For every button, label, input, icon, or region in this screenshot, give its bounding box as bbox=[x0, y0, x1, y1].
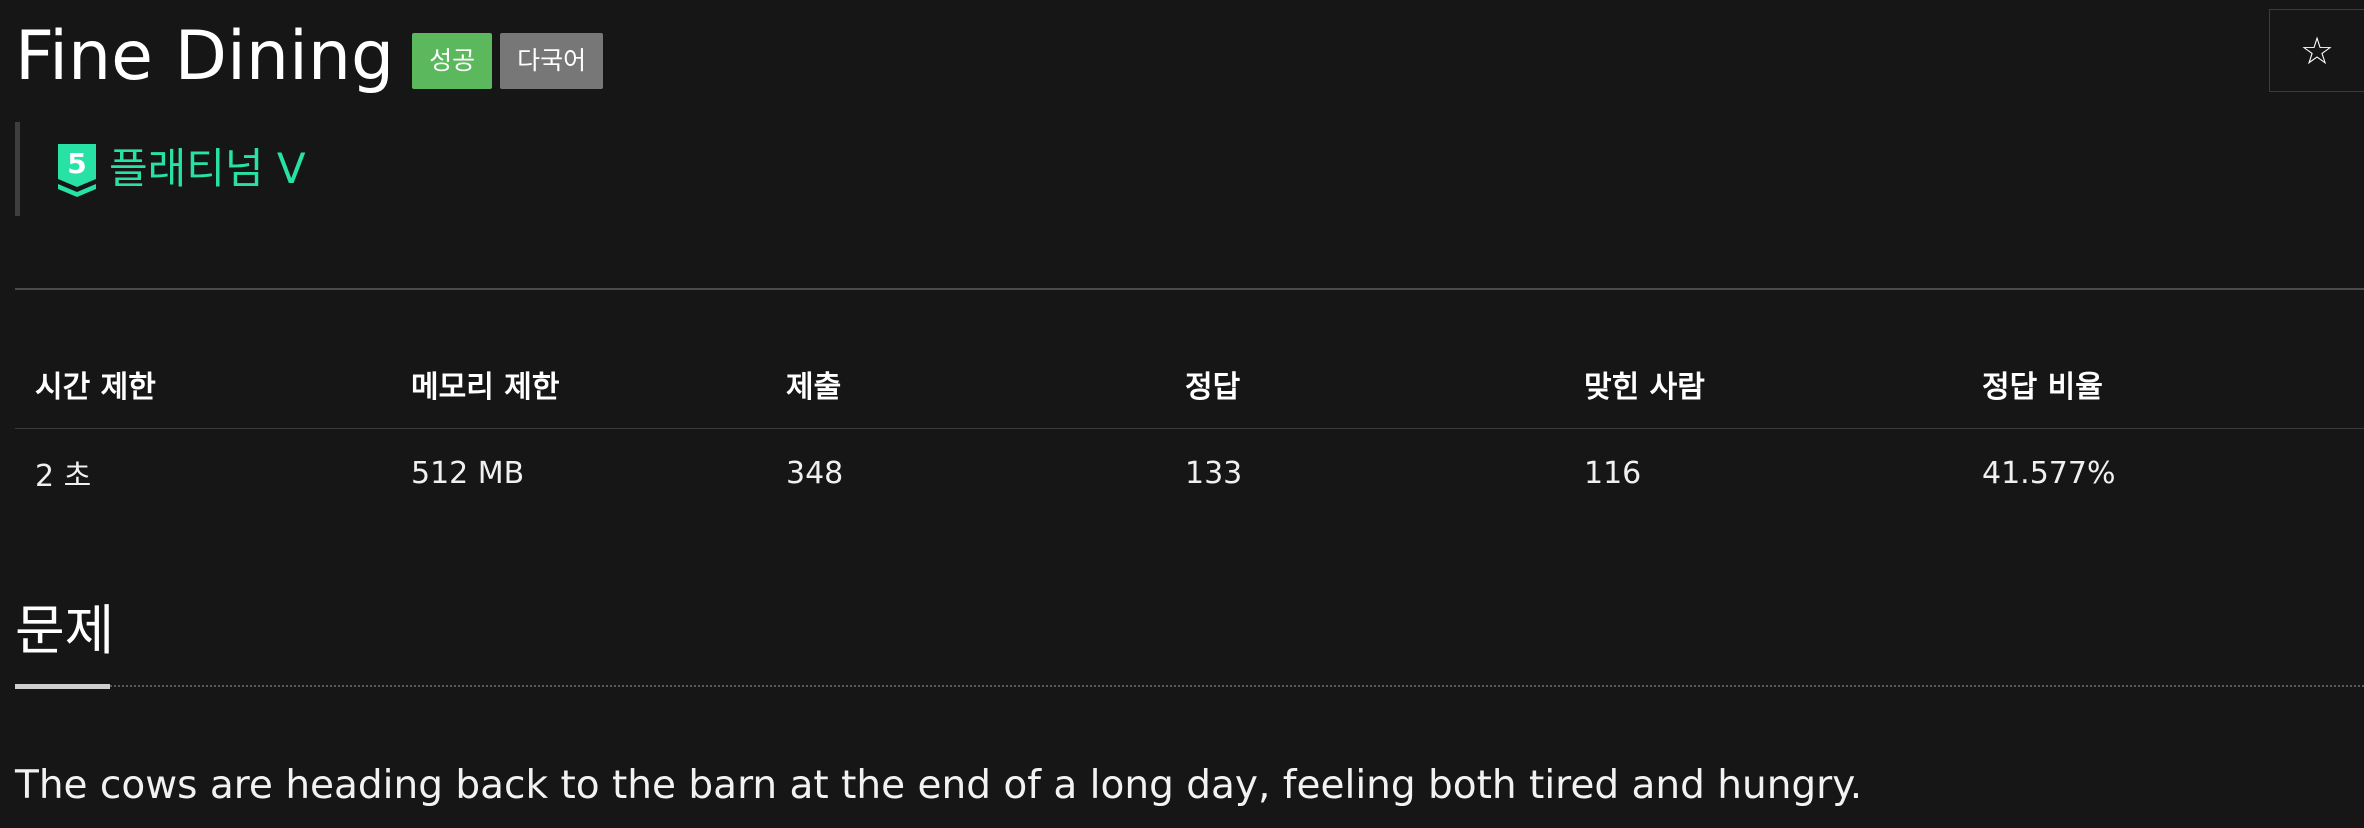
submissions-value[interactable]: 348 bbox=[766, 456, 1165, 491]
memory-limit-header: 메모리 제한 bbox=[411, 370, 560, 405]
section-title-underline bbox=[15, 684, 110, 689]
submissions-header: 제출 bbox=[786, 370, 842, 405]
time-limit-header: 시간 제한 bbox=[35, 370, 156, 405]
memory-limit-value: 512 MB bbox=[411, 455, 525, 491]
favorite-button[interactable]: ☆ bbox=[2269, 9, 2364, 92]
accept-ratio-value: 41.577% bbox=[1982, 455, 2116, 491]
tier-label[interactable]: 플래티넘 V bbox=[109, 141, 306, 197]
problem-page: Fine Dining 성공 다국어 ☆ 5 플래티넘 V 시간 제한 메모리 … bbox=[15, 0, 2364, 828]
status-badge: 성공 bbox=[412, 33, 493, 89]
problem-description: The cows are heading back to the barn at… bbox=[15, 763, 1863, 808]
tier-block: 5 플래티넘 V bbox=[15, 122, 306, 216]
language-badge: 다국어 bbox=[500, 33, 604, 89]
problem-header: Fine Dining 성공 다국어 bbox=[15, 14, 604, 100]
accepted-header: 정답 bbox=[1185, 370, 1241, 405]
table-row: 2 초 512 MB 348 133 116 41.577% bbox=[15, 429, 2364, 517]
section-divider bbox=[15, 685, 2364, 687]
tier-icon-number: 5 bbox=[67, 147, 86, 180]
table-header-row: 시간 제한 메모리 제한 제출 정답 맞힌 사람 정답 비율 bbox=[15, 340, 2364, 429]
accept-ratio-header: 정답 비율 bbox=[1982, 370, 2103, 405]
problem-title: Fine Dining bbox=[15, 17, 395, 96]
solvers-header: 맞힌 사람 bbox=[1584, 370, 1705, 405]
solvers-value[interactable]: 116 bbox=[1564, 456, 1962, 491]
star-icon: ☆ bbox=[2299, 28, 2335, 73]
header-divider bbox=[15, 288, 2364, 290]
platinum-tier-icon: 5 bbox=[58, 144, 96, 197]
problem-section-title: 문제 bbox=[15, 599, 115, 662]
problem-info-table: 시간 제한 메모리 제한 제출 정답 맞힌 사람 정답 비율 2 초 512 M… bbox=[15, 340, 2364, 517]
time-limit-value: 2 초 bbox=[35, 459, 92, 494]
accepted-value[interactable]: 133 bbox=[1165, 456, 1564, 491]
